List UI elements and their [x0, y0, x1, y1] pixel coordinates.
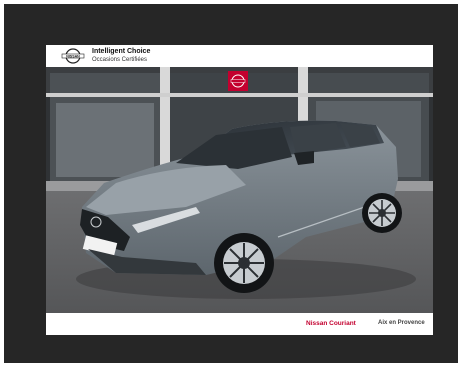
- photo-frame: NISSAN Intelligent Choice Occasions Cert…: [4, 4, 458, 363]
- svg-text:NISSAN: NISSAN: [66, 54, 80, 58]
- dealer-location: Aix en Provence: [378, 320, 425, 326]
- vehicle-photo[interactable]: [46, 67, 433, 313]
- program-title: Intelligent Choice: [92, 48, 151, 55]
- program-subtitle: Occasions Certifiées: [92, 57, 148, 63]
- listing-card: NISSAN Intelligent Choice Occasions Cert…: [46, 45, 433, 335]
- nissan-logo-icon: NISSAN: [60, 48, 86, 64]
- car-dealership-image: [46, 67, 433, 313]
- dealer-name: Nissan Couriant: [306, 320, 356, 327]
- certified-header: NISSAN Intelligent Choice Occasions Cert…: [46, 45, 433, 67]
- dealer-footer: Nissan Couriant Aix en Provence: [46, 313, 433, 335]
